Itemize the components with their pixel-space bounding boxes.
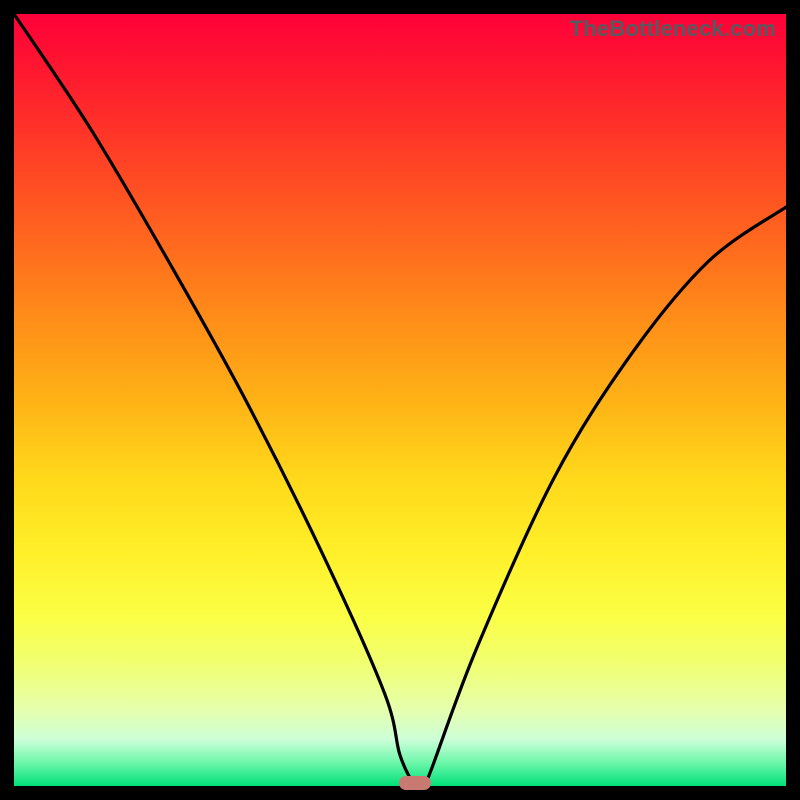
optimal-marker: [399, 776, 431, 790]
curve-path: [14, 14, 786, 786]
chart-frame: TheBottleneck.com: [0, 0, 800, 800]
bottleneck-curve: [14, 14, 786, 786]
plot-area: TheBottleneck.com: [14, 14, 786, 786]
